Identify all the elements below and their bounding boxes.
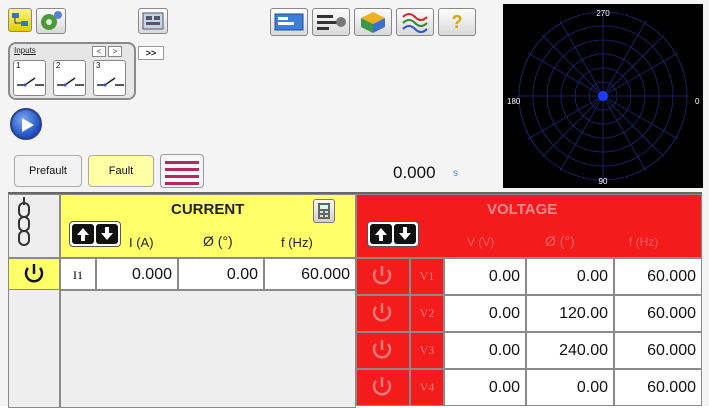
sequence-list-button[interactable] [160, 154, 204, 188]
inputs-next-button[interactable]: > [108, 46, 122, 57]
voltage-f-input[interactable]: 60.000 [614, 369, 702, 406]
current-f-input[interactable]: 60.000 [264, 258, 356, 290]
3d-view-icon [361, 12, 385, 33]
network-icon [12, 13, 28, 26]
voltage-v-input[interactable]: 0.00 [444, 332, 526, 369]
power-icon [372, 377, 392, 396]
test-screen-button[interactable] [270, 8, 308, 36]
channel-table: CURRENT I (A) Ø (°) f (Hz) I1 0.000 0.00… [8, 192, 702, 408]
inputs-panel: Inputs < > 1 2 3 [8, 42, 136, 100]
up-down-arrows-icon [72, 224, 118, 244]
voltage-power-toggle[interactable] [356, 258, 410, 295]
vector-diagram[interactable]: 270 180 0 90 [503, 4, 703, 188]
test-screen-icon [274, 13, 304, 31]
voltage-title: VOLTAGE [487, 201, 558, 218]
input-slot-3[interactable]: 3 [93, 60, 126, 96]
help-icon: ? [451, 12, 463, 32]
tab-prefault[interactable]: Prefault [14, 155, 82, 187]
angle-label-180: 180 [507, 97, 521, 106]
voltage-phi-input[interactable]: 240.00 [526, 332, 614, 369]
switch-contact-icon [97, 77, 124, 87]
voltage-channel-label: V1 [410, 258, 444, 295]
voltage-power-toggle[interactable] [356, 369, 410, 406]
voltage-v-input[interactable]: 0.00 [444, 258, 526, 295]
play-button[interactable] [10, 108, 42, 140]
voltage-f-input[interactable]: 60.000 [614, 258, 702, 295]
current-nav-buttons[interactable] [69, 221, 121, 247]
calculator-icon [318, 203, 330, 219]
chain-link-icon [18, 197, 30, 246]
waveform-icon [402, 13, 428, 33]
angle-label-270: 270 [596, 9, 610, 18]
current-calculator-button[interactable] [313, 199, 335, 223]
timer-unit: s [453, 168, 458, 179]
switch-contact-icon [57, 77, 84, 87]
voltage-f-input[interactable]: 60.000 [614, 332, 702, 369]
inputs-prev-button[interactable]: < [92, 46, 106, 57]
voltage-col-f-header: f (Hz) [629, 235, 659, 249]
voltage-phi-input[interactable]: 120.00 [526, 295, 614, 332]
input-slot-1[interactable]: 1 [13, 60, 46, 96]
voltage-col-phi-header: Ø (°) [545, 233, 575, 249]
power-icon [372, 340, 392, 359]
test-setup-icon [142, 12, 164, 30]
waveform-button[interactable] [396, 8, 434, 36]
current-header: CURRENT I (A) Ø (°) f (Hz) [60, 194, 356, 258]
voltage-phi-input[interactable]: 0.00 [526, 258, 614, 295]
help-button[interactable]: ? [438, 8, 476, 36]
up-down-arrows-icon [370, 224, 416, 244]
power-icon [372, 266, 392, 285]
voltage-v-input[interactable]: 0.00 [444, 369, 526, 406]
current-col-phi-header: Ø (°) [203, 233, 233, 249]
vector-origin [598, 91, 608, 101]
voltage-power-toggle[interactable] [356, 332, 410, 369]
voltage-power-toggle[interactable] [356, 295, 410, 332]
voltage-phi-input[interactable]: 0.00 [526, 369, 614, 406]
voltage-v-input[interactable]: 0.00 [444, 295, 526, 332]
sequence-button[interactable] [312, 8, 350, 36]
current-col-i-header: I (A) [129, 235, 154, 250]
voltage-nav-buttons[interactable] [367, 221, 419, 247]
link-channels-button[interactable] [8, 194, 60, 258]
current-power-toggle[interactable] [8, 258, 60, 290]
network-button[interactable] [8, 8, 32, 32]
switch-contact-icon [17, 77, 44, 87]
voltage-header: VOLTAGE V (V) Ø (°) f (Hz) [356, 194, 702, 258]
relay-test-window: ? Inputs < > 1 2 3 >> Prefault Fault 0.0… [0, 0, 709, 408]
3d-view-button[interactable] [354, 8, 392, 36]
angle-label-90: 90 [599, 177, 608, 186]
voltage-channel-label: V2 [410, 295, 444, 332]
test-setup-button[interactable] [138, 8, 168, 34]
settings-gear-icon [41, 11, 62, 30]
voltage-col-v-header: V (V) [467, 235, 495, 249]
input-slot-2[interactable]: 2 [53, 60, 86, 96]
more-inputs-button[interactable]: >> [138, 46, 164, 60]
current-channel-label: I1 [60, 258, 96, 290]
current-empty-area [60, 290, 356, 408]
voltage-f-input[interactable]: 60.000 [614, 295, 702, 332]
current-i-input[interactable]: 0.000 [96, 258, 178, 290]
timer-value: 0.000 [393, 163, 436, 182]
play-icon [22, 118, 34, 132]
voltage-channel-label: V4 [410, 369, 444, 406]
current-title: CURRENT [171, 201, 245, 218]
tab-fault[interactable]: Fault [88, 155, 154, 187]
angle-label-0: 0 [695, 97, 700, 106]
power-icon [24, 264, 44, 283]
sequence-icon [317, 15, 346, 30]
current-col-f-header: f (Hz) [281, 235, 313, 250]
voltage-channel-label: V3 [410, 332, 444, 369]
inputs-label: Inputs [14, 46, 36, 55]
power-icon [372, 303, 392, 322]
settings-button[interactable] [36, 8, 66, 34]
current-phi-input[interactable]: 0.00 [178, 258, 264, 290]
